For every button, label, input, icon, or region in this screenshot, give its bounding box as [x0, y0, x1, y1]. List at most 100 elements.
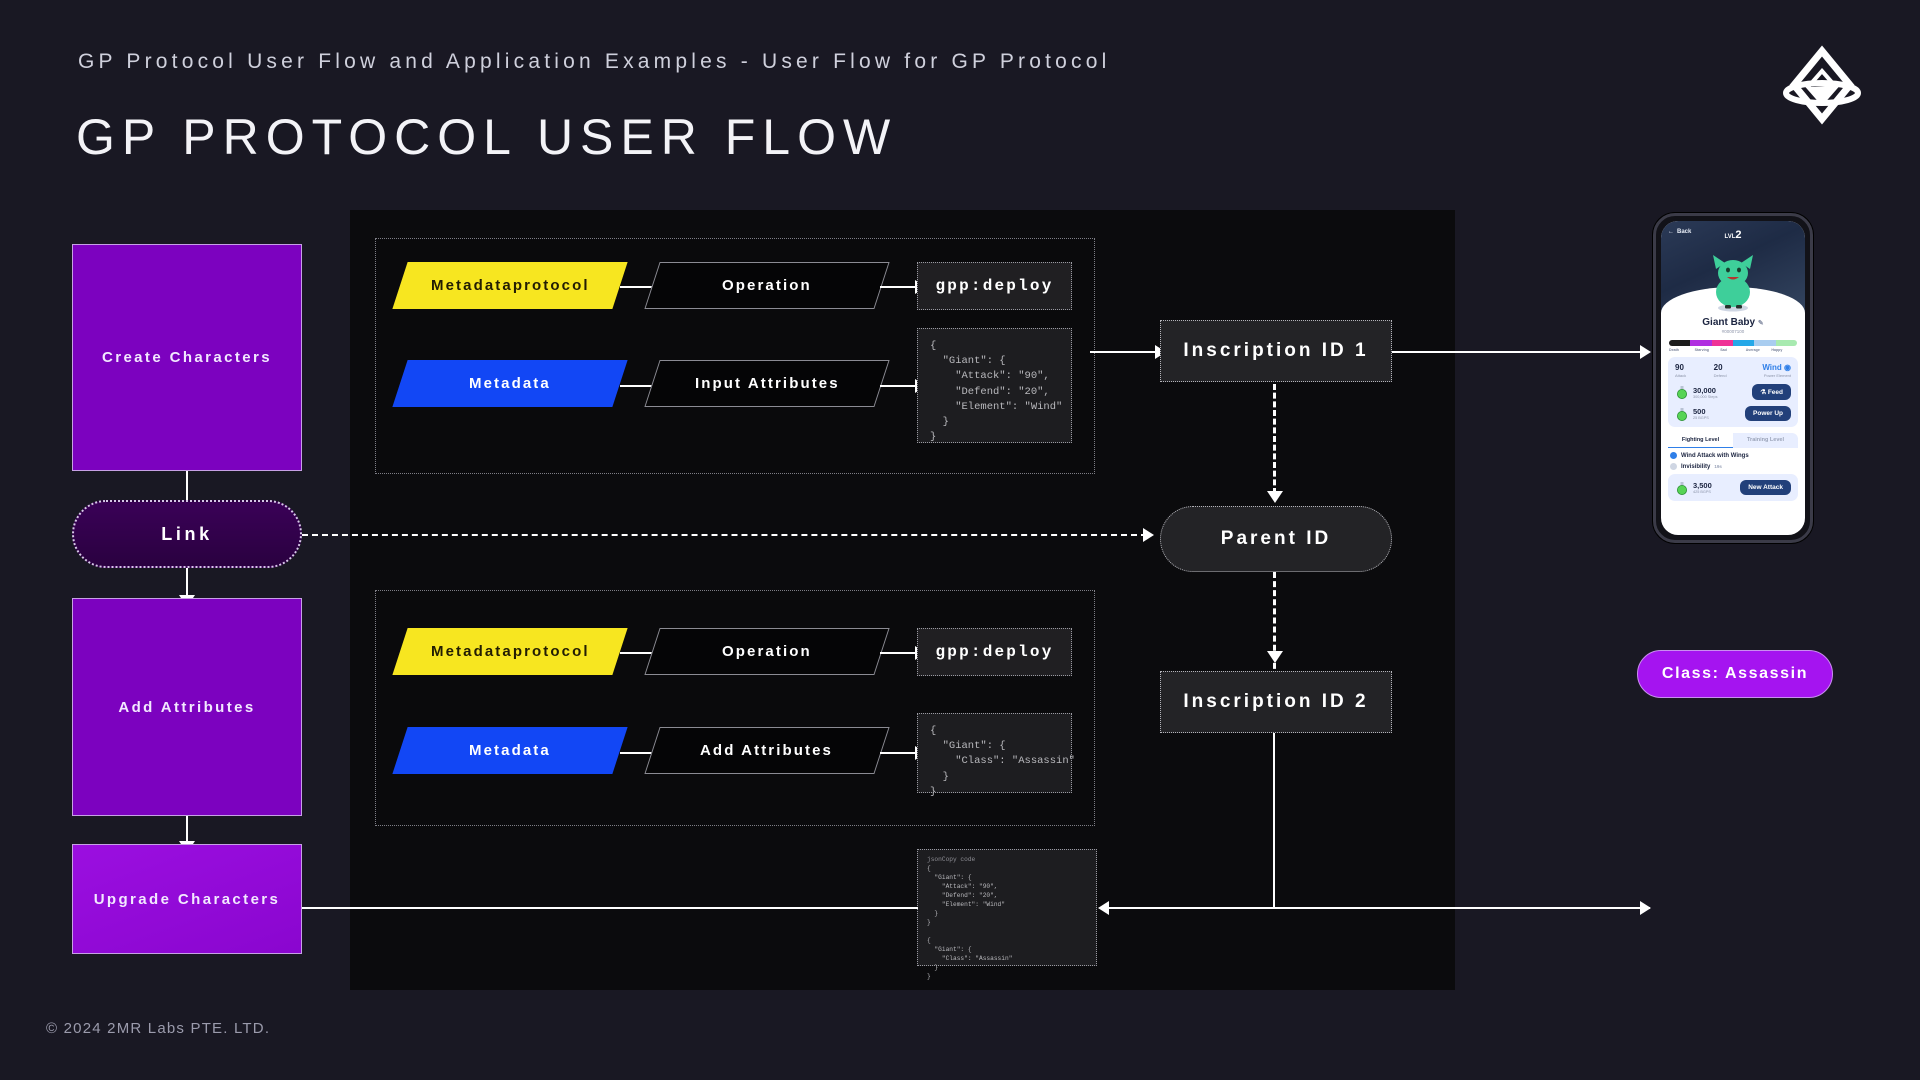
flow-step-upgrade-characters[interactable]: Upgrade Characters — [72, 844, 302, 954]
flow-step-link-label: Link — [161, 523, 213, 544]
node-operation-bottom[interactable]: Operation — [644, 628, 890, 675]
stat-element-value: Wind — [1762, 793, 1782, 802]
slide-canvas: GP Protocol User Flow and Application Ex… — [0, 0, 1920, 1080]
skill-item-top-2: Invisibility 19s — [1670, 463, 1796, 470]
connector-code-to-inscription1 — [1090, 351, 1160, 353]
stats-card-bottom: 90 Attack 20 Defend Wind ◉ Power Element — [1668, 787, 1798, 857]
mood-label: Happy — [1771, 348, 1783, 352]
edit-pencil-icon[interactable]: ✎ — [1758, 750, 1764, 757]
node-metadataprotocol-bottom[interactable]: Metadataprotocol — [392, 628, 628, 675]
node-parent-id[interactable]: Parent ID — [1160, 506, 1392, 572]
stat-defend-value: 20 — [1713, 793, 1723, 802]
connector-upgrade-to-result — [302, 907, 918, 909]
phone-screen-top: ← Back LVL2 Giant Baby ✎ #00007100 Death… — [1661, 221, 1805, 535]
connector-inscription2-down — [1273, 733, 1275, 908]
food-amount-sub: 300,000 Steps — [1693, 394, 1718, 399]
mood-labels-bottom: Death Starving Sad Average Happy — [1669, 778, 1797, 782]
tab-fighting-level-top[interactable]: Fighting Level — [1668, 433, 1733, 448]
power-up-button-label: Power Up — [1753, 840, 1783, 847]
tab-training-level-top[interactable]: Training Level — [1733, 433, 1798, 448]
node-input-attributes[interactable]: Input Attributes — [644, 360, 890, 407]
node-gpp-deploy-top[interactable]: gpp:deploy — [917, 262, 1072, 310]
mood-bar-bottom — [1669, 770, 1797, 776]
stat-element-top: Wind ◉ Power Element — [1752, 363, 1791, 378]
flow-step-create-characters[interactable]: Create Characters — [72, 244, 302, 471]
level-indicator-top: LVL2 — [1724, 229, 1741, 241]
node-parent-id-label: Parent ID — [1220, 528, 1332, 549]
skill-item-top-2-time: 19s — [1714, 464, 1722, 469]
tab-fighting-level-bottom[interactable]: Fighting Level — [1668, 863, 1733, 878]
node-input-attributes-label: Input Attributes — [694, 375, 840, 392]
skill-item-top-1-label: Wind Attack with Wings — [1681, 452, 1749, 459]
class-assassin-badge-label: Class: Assassin — [1661, 665, 1809, 682]
stat-attack-top: 90 Attack — [1675, 363, 1714, 378]
potion-icon — [1677, 911, 1687, 925]
stat-attack-label: Attack — [1675, 373, 1687, 378]
stat-element-bottom: Wind ◉ Power Element — [1752, 793, 1791, 808]
power-up-button-top[interactable]: Power Up — [1745, 406, 1791, 421]
wind-icon — [1670, 452, 1677, 459]
stat-attack-value: 90 — [1675, 363, 1684, 372]
node-inscription-id-2[interactable]: Inscription ID 2 — [1160, 671, 1392, 733]
node-metadata-bottom-label: Metadata — [469, 742, 551, 759]
connector-link-to-add — [186, 568, 188, 598]
node-inscription-id-1[interactable]: Inscription ID 1 — [1160, 320, 1392, 382]
skill-item-bottom-2: Invisibility 19s — [1670, 893, 1796, 900]
creature-id-top: #00007100 — [1721, 329, 1745, 334]
new-attack-amount-top: 3,500 425 BGPS — [1693, 481, 1736, 494]
connector-add-to-upgrade — [186, 816, 188, 844]
feed-button-top[interactable]: ⚗ Feed — [1752, 384, 1791, 400]
skill-item-bottom-1: Wind Attack with Wings — [1670, 882, 1796, 889]
potion-icon — [1677, 407, 1687, 421]
arrowhead-down — [1267, 651, 1283, 663]
node-inscription-id-1-label: Inscription ID 1 — [1183, 340, 1369, 361]
node-gpp-deploy-bottom[interactable]: gpp:deploy — [917, 628, 1072, 676]
node-metadata-bottom[interactable]: Metadata — [392, 727, 628, 774]
stat-attack-bottom: 90 Attack — [1675, 793, 1714, 808]
potion-icon — [1677, 837, 1687, 851]
new-attack-button-top[interactable]: New Attack — [1740, 480, 1791, 495]
stat-defend-bottom: 20 Defend — [1714, 793, 1753, 808]
back-button-top[interactable]: ← Back — [1668, 229, 1691, 235]
invisibility-icon — [1670, 893, 1677, 900]
node-metadataprotocol-top[interactable]: Metadataprotocol — [392, 262, 628, 309]
feed-icon: ⚗ — [1760, 819, 1767, 826]
mood-label: Average — [1745, 348, 1760, 352]
mood-label: Starving — [1694, 348, 1709, 352]
node-operation-top[interactable]: Operation — [644, 262, 890, 309]
level-tabs-bottom: Fighting Level Training Level — [1668, 863, 1798, 878]
flow-step-upgrade-characters-label: Upgrade Characters — [93, 890, 281, 908]
power-up-button-bottom[interactable]: Power Up — [1745, 836, 1791, 851]
new-attack-row-bottom: 3,500 425 BGPS New Attack — [1675, 910, 1791, 925]
power-amount-value: 500 — [1693, 407, 1706, 416]
mood-label: Death — [1669, 778, 1679, 782]
edit-pencil-icon[interactable]: ✎ — [1758, 320, 1764, 327]
code-block-top: { "Giant": { "Attack": "90", "Defend": "… — [917, 328, 1072, 443]
flow-step-link[interactable]: Link — [72, 500, 302, 568]
food-amount-value: 30,000 — [1693, 815, 1716, 825]
level-prefix: LVL — [1724, 234, 1736, 240]
potion-icon — [1677, 816, 1687, 829]
tab-training-level-bottom[interactable]: Training Level — [1733, 863, 1798, 878]
mood-label: Happy — [1771, 778, 1783, 782]
stat-element-value-wrap: Wind ◉ — [1752, 363, 1791, 372]
power-row-top: 500 25 BGPS Power Up — [1675, 406, 1791, 421]
new-attack-button-bottom[interactable]: New Attack — [1740, 910, 1791, 925]
result-code-block: jsonCopy code { "Giant": { "Attack": "90… — [917, 849, 1097, 980]
mood-label: Sad — [1720, 348, 1727, 352]
node-metadata-top[interactable]: Metadata — [392, 360, 628, 407]
stat-element-label: Power Element — [1763, 373, 1792, 378]
gp-diamond-logo-icon — [1772, 45, 1872, 125]
flow-step-add-attributes[interactable]: Add Attributes — [72, 598, 302, 816]
node-add-attributes[interactable]: Add Attributes — [644, 727, 890, 774]
new-attack-card-top: 3,500 425 BGPS New Attack — [1668, 474, 1798, 501]
feed-button-bottom[interactable]: ⚗ Feed — [1752, 814, 1791, 830]
new-attack-amount-value: 3,500 — [1693, 911, 1712, 920]
connector-inscription1-to-phone — [1392, 351, 1649, 353]
skill-item-bottom-1-label: Wind Attack with Wings — [1681, 882, 1749, 889]
connector-link-to-parent — [302, 534, 1147, 536]
food-amount-bottom: 30,000 300,000 Steps — [1693, 816, 1748, 829]
node-add-attributes-label: Add Attributes — [700, 742, 834, 759]
new-attack-amount-value: 3,500 — [1693, 481, 1712, 490]
node-gpp-deploy-top-label: gpp:deploy — [935, 277, 1054, 295]
